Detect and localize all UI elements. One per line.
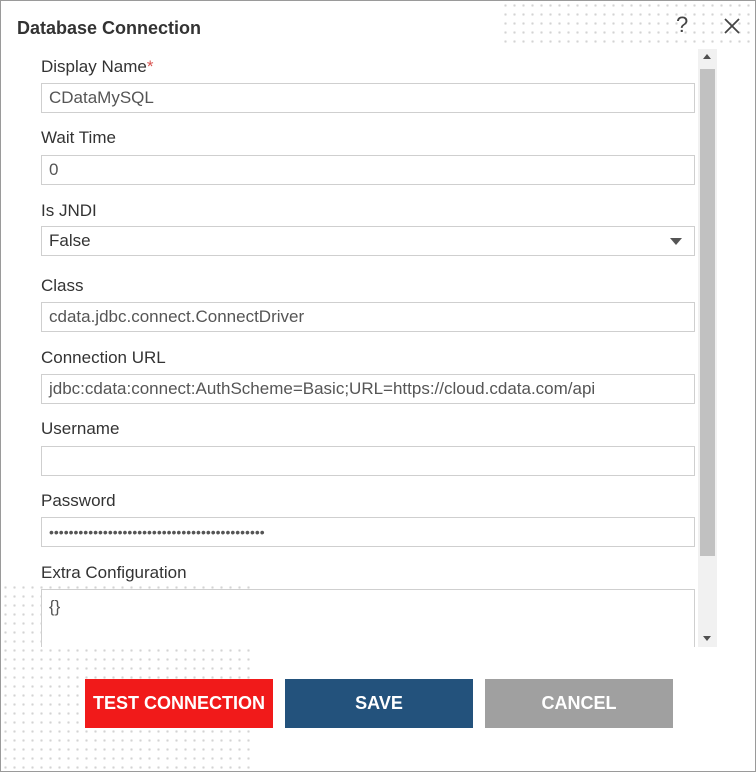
extra-configuration-textarea[interactable]: {} <box>41 589 695 647</box>
username-input[interactable] <box>41 446 695 476</box>
chevron-down-icon <box>670 238 682 245</box>
is-jndi-label: Is JNDI <box>41 201 97 220</box>
decorative-dots-top-right <box>501 1 755 49</box>
is-jndi-select[interactable]: False <box>41 226 695 256</box>
display-name-label-text: Display Name <box>41 57 147 76</box>
password-input[interactable]: ••••••••••••••••••••••••••••••••••••••••… <box>41 517 695 547</box>
test-connection-button[interactable]: TEST CONNECTION <box>85 679 273 728</box>
username-label: Username <box>41 419 120 438</box>
display-name-input[interactable]: CDataMySQL <box>41 83 695 113</box>
wait-time-label: Wait Time <box>41 128 116 147</box>
wait-time-input[interactable]: 0 <box>41 155 695 185</box>
scroll-down-arrow-icon[interactable] <box>703 636 711 641</box>
form-scroll-area: Display Name* CDataMySQL Wait Time 0 Is … <box>1 49 717 647</box>
help-icon[interactable]: ? <box>676 12 688 38</box>
scroll-up-arrow-icon[interactable] <box>703 54 711 59</box>
database-connection-dialog: Database Connection ? Display Name* CDat… <box>0 0 756 772</box>
dialog-title: Database Connection <box>17 18 202 38</box>
connection-url-label: Connection URL <box>41 348 166 367</box>
vertical-scrollbar[interactable] <box>698 49 717 647</box>
is-jndi-selected-value: False <box>49 231 91 250</box>
class-input[interactable]: cdata.jdbc.connect.ConnectDriver <box>41 302 695 332</box>
required-asterisk: * <box>146 57 154 76</box>
save-button[interactable]: SAVE <box>285 679 473 728</box>
cancel-button[interactable]: CANCEL <box>485 679 673 728</box>
password-label: Password <box>41 491 116 510</box>
close-icon[interactable] <box>719 13 745 39</box>
scrollbar-thumb[interactable] <box>700 69 715 556</box>
extra-configuration-label: Extra Configuration <box>41 563 187 582</box>
display-name-label: Display Name* <box>41 56 153 78</box>
class-label: Class <box>41 276 84 295</box>
connection-url-input[interactable]: jdbc:cdata:connect:AuthScheme=Basic;URL=… <box>41 374 695 404</box>
